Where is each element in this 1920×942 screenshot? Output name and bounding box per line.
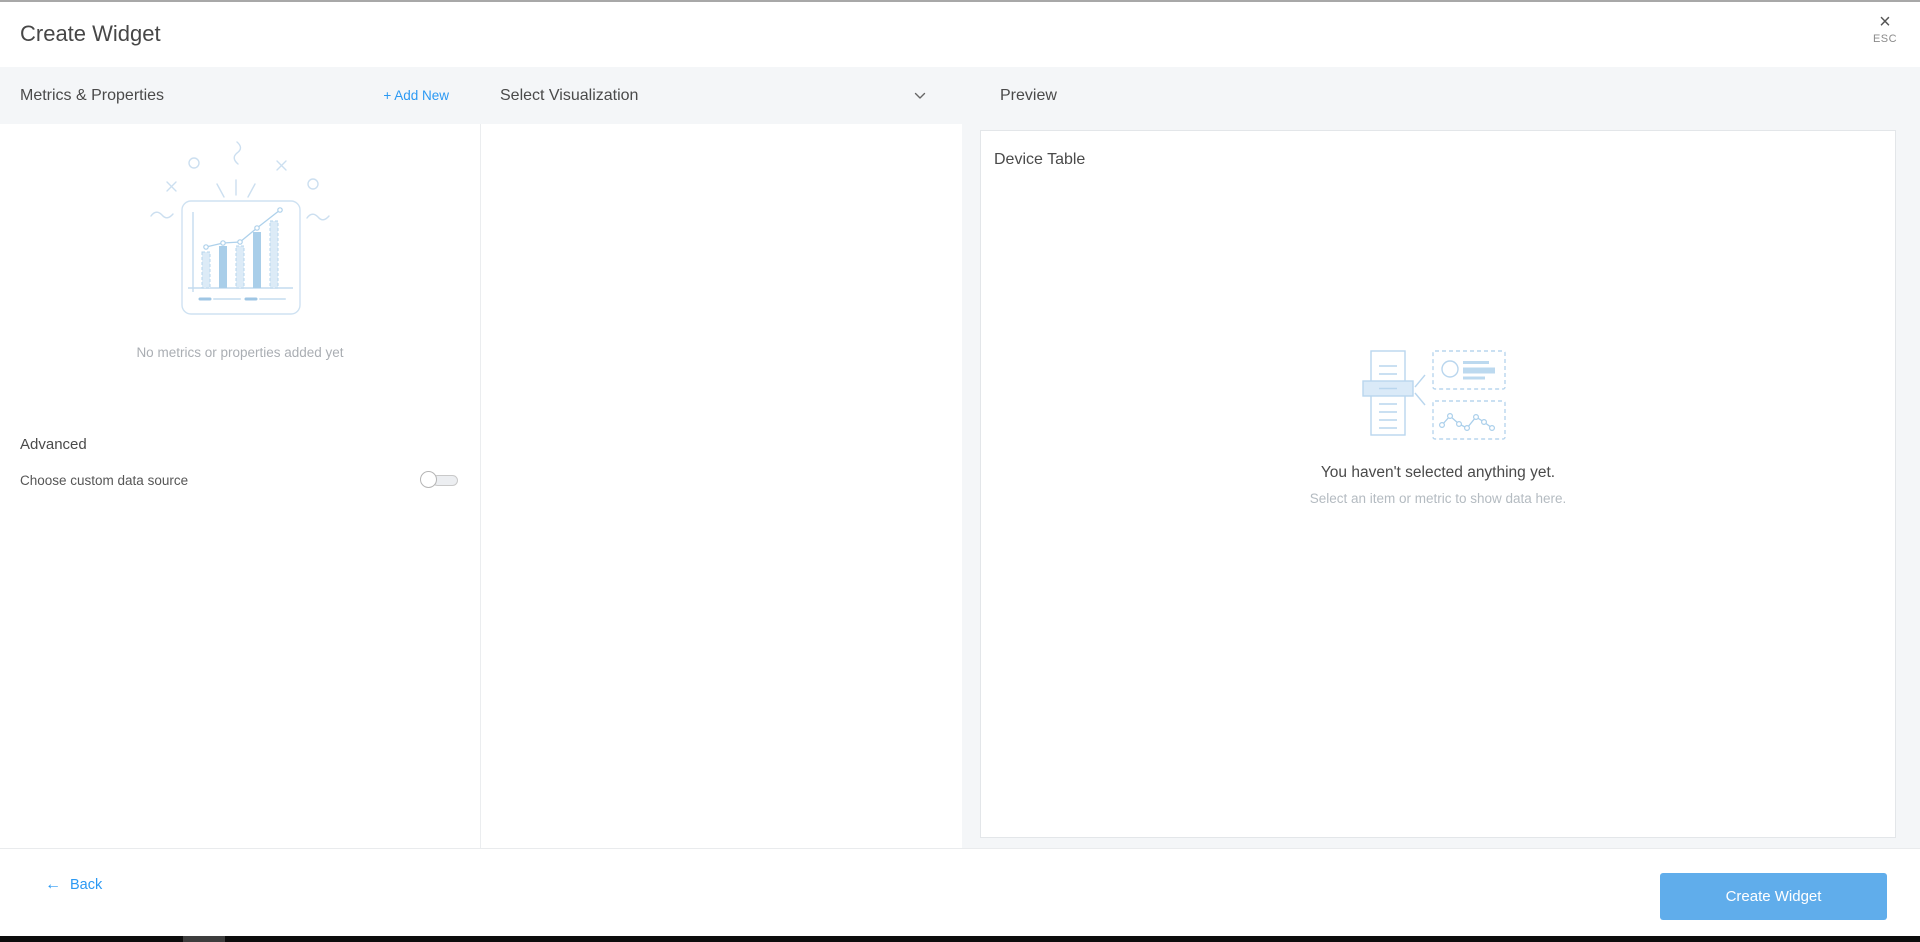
preview-empty-subtitle: Select an item or metric to show data he… — [1309, 491, 1567, 506]
column-header-row: Metrics & Properties + Add New Select Vi… — [0, 67, 1920, 124]
metrics-empty-text: No metrics or properties added yet — [136, 345, 344, 360]
metrics-empty-state: No metrics or properties added yet — [0, 136, 480, 360]
chevron-down-icon — [914, 92, 926, 99]
add-new-button[interactable]: + Add New — [383, 88, 449, 103]
esc-label: ESC — [1872, 33, 1898, 45]
modal-header: Create Widget × ESC — [0, 2, 1920, 67]
visualization-panel — [481, 124, 962, 848]
preview-header-section: Preview — [962, 87, 1920, 105]
custom-data-source-toggle[interactable] — [420, 471, 458, 489]
select-visualization-title: Select Visualization — [500, 86, 639, 104]
selection-illustration — [1362, 350, 1506, 440]
back-label: Back — [70, 877, 103, 893]
chart-illustration — [150, 141, 330, 315]
back-button[interactable]: ← Back — [45, 876, 103, 894]
custom-data-source-row: Choose custom data source — [20, 471, 458, 489]
create-widget-button[interactable]: Create Widget — [1660, 873, 1887, 920]
metrics-header-section: Metrics & Properties + Add New — [0, 87, 481, 105]
modal-footer: ← Back Create Widget — [0, 848, 1920, 936]
back-arrow-icon: ← — [45, 876, 61, 893]
custom-data-source-label: Choose custom data source — [20, 472, 189, 488]
create-widget-modal: Create Widget × ESC Metrics & Properties… — [0, 0, 1920, 942]
page-title: Create Widget — [20, 21, 161, 46]
bottom-bar — [0, 936, 1920, 942]
close-icon: × — [1879, 11, 1891, 33]
preview-title: Preview — [1000, 86, 1057, 104]
close-button[interactable]: × ESC — [1868, 12, 1902, 45]
toggle-knob — [420, 471, 437, 488]
metrics-properties-panel: No metrics or properties added yet Advan… — [0, 124, 481, 848]
widget-title: Device Table — [994, 151, 1086, 168]
preview-card: Device Table You haven't selected anythi… — [980, 130, 1896, 838]
preview-empty-title: You haven't selected anything yet. — [1320, 464, 1556, 481]
select-visualization-dropdown[interactable]: Select Visualization — [481, 87, 962, 105]
main-area: No metrics or properties added yet Advan… — [0, 124, 1920, 848]
advanced-heading: Advanced — [20, 436, 87, 453]
bottom-bar-highlight — [183, 936, 225, 942]
preview-empty-state: You haven't selected anything yet. Selec… — [981, 347, 1895, 506]
metrics-properties-title: Metrics & Properties — [20, 86, 165, 104]
preview-panel: Device Table You haven't selected anythi… — [962, 124, 1920, 848]
